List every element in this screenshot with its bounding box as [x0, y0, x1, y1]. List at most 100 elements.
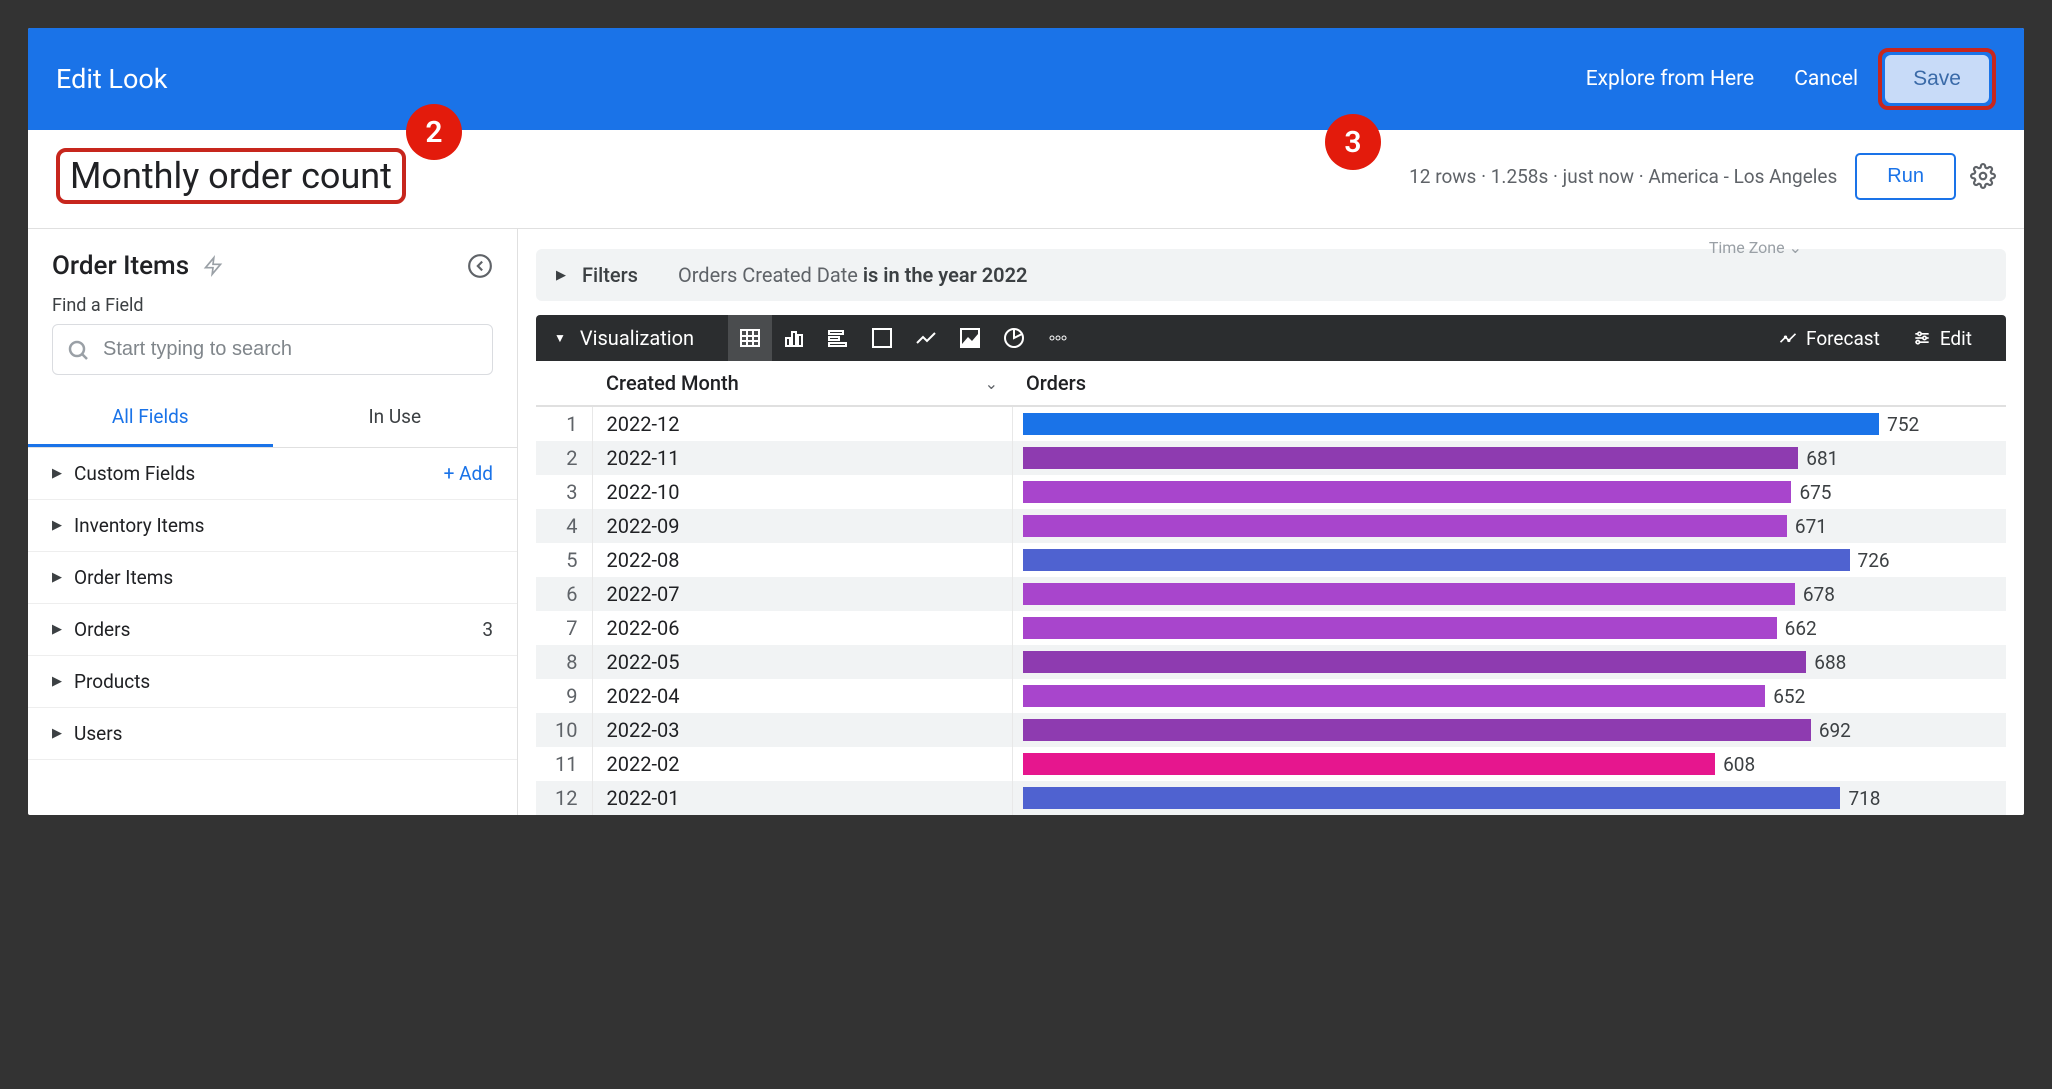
orders-value: 678 — [1803, 583, 1835, 606]
viz-type-area-icon[interactable] — [948, 315, 992, 361]
cell-created-month[interactable]: 2022-12 — [592, 406, 1012, 441]
table-row: 122022-01718 — [536, 781, 2006, 815]
orders-value: 692 — [1819, 719, 1851, 742]
look-title-highlight: Monthly order count — [56, 148, 406, 204]
caret-right-icon: ▶ — [52, 466, 74, 481]
cell-created-month[interactable]: 2022-07 — [592, 577, 1012, 611]
field-group-row[interactable]: ▶Users — [28, 708, 517, 760]
cell-orders[interactable]: 671 — [1012, 509, 2006, 543]
orders-bar — [1023, 719, 1811, 741]
field-group-row[interactable]: ▶Orders3 — [28, 604, 517, 656]
column-header-month-label: Created Month — [606, 371, 739, 395]
explore-from-here-link[interactable]: Explore from Here — [1566, 57, 1774, 101]
cell-orders[interactable]: 718 — [1012, 781, 2006, 815]
cell-orders[interactable]: 692 — [1012, 713, 2006, 747]
cell-orders[interactable]: 675 — [1012, 475, 2006, 509]
cancel-link[interactable]: Cancel — [1774, 57, 1878, 101]
orders-value: 718 — [1848, 787, 1880, 810]
cell-orders[interactable]: 608 — [1012, 747, 2006, 781]
viz-type-column-icon[interactable] — [772, 315, 816, 361]
cell-created-month[interactable]: 2022-01 — [592, 781, 1012, 815]
column-header-created-month[interactable]: Created Month ⌄ — [592, 361, 1012, 406]
timezone-label[interactable]: Time Zone ⌄ — [1709, 238, 1802, 257]
row-index: 3 — [536, 475, 592, 509]
viz-edit-label: Edit — [1940, 327, 1972, 350]
cell-created-month[interactable]: 2022-10 — [592, 475, 1012, 509]
field-group-row[interactable]: ▶Inventory Items — [28, 500, 517, 552]
row-index: 1 — [536, 406, 592, 441]
orders-bar — [1023, 617, 1777, 639]
chevron-down-icon[interactable]: ⌄ — [985, 374, 998, 393]
field-picker-sidebar: Order Items Find a Field All Fields In U… — [28, 229, 518, 815]
cell-created-month[interactable]: 2022-11 — [592, 441, 1012, 475]
viz-edit-button[interactable]: Edit — [1896, 327, 1988, 350]
viz-type-scatter-icon[interactable] — [860, 315, 904, 361]
cell-orders[interactable]: 662 — [1012, 611, 2006, 645]
field-group-count: 3 — [482, 618, 493, 641]
field-group-label: Products — [74, 670, 493, 693]
cell-orders[interactable]: 688 — [1012, 645, 2006, 679]
caret-right-icon: ▶ — [52, 726, 74, 741]
custom-fields-label: Custom Fields — [74, 462, 444, 485]
cell-orders[interactable]: 678 — [1012, 577, 2006, 611]
orders-value: 681 — [1806, 447, 1838, 470]
column-header-orders[interactable]: Orders — [1012, 361, 2006, 406]
column-header-index — [536, 361, 592, 406]
orders-value: 752 — [1887, 413, 1919, 436]
tab-in-use[interactable]: In Use — [273, 389, 518, 447]
collapse-sidebar-icon[interactable] — [467, 253, 493, 279]
cell-created-month[interactable]: 2022-02 — [592, 747, 1012, 781]
bolt-icon[interactable] — [203, 254, 223, 278]
table-row: 52022-08726 — [536, 543, 2006, 577]
table-row: 112022-02608 — [536, 747, 2006, 781]
cell-created-month[interactable]: 2022-09 — [592, 509, 1012, 543]
cell-orders[interactable]: 681 — [1012, 441, 2006, 475]
forecast-button[interactable]: Forecast — [1762, 327, 1896, 350]
viz-more-icon[interactable] — [1036, 315, 1080, 361]
orders-bar — [1023, 753, 1716, 775]
table-row: 92022-04652 — [536, 679, 2006, 713]
viz-type-bar-icon[interactable] — [816, 315, 860, 361]
field-group-row[interactable]: ▶Order Items — [28, 552, 517, 604]
row-index: 7 — [536, 611, 592, 645]
cell-orders[interactable]: 752 — [1012, 406, 2006, 441]
gear-icon[interactable] — [1970, 163, 1996, 189]
cell-orders[interactable]: 652 — [1012, 679, 2006, 713]
viz-type-line-icon[interactable] — [904, 315, 948, 361]
results-table: Created Month ⌄ Orders 12022-1275222022-… — [536, 361, 2006, 815]
field-group-label: Orders — [74, 618, 482, 641]
orders-bar — [1023, 447, 1799, 469]
cell-created-month[interactable]: 2022-04 — [592, 679, 1012, 713]
row-index: 11 — [536, 747, 592, 781]
cell-orders[interactable]: 726 — [1012, 543, 2006, 577]
cell-created-month[interactable]: 2022-03 — [592, 713, 1012, 747]
field-group-row[interactable]: ▶Products — [28, 656, 517, 708]
orders-value: 662 — [1785, 617, 1817, 640]
title-row: Monthly order count Time Zone ⌄ 12 rows … — [28, 130, 2024, 229]
row-index: 8 — [536, 645, 592, 679]
viz-type-pie-icon[interactable] — [992, 315, 1036, 361]
explore-name: Order Items — [52, 251, 189, 281]
look-title[interactable]: Monthly order count — [70, 155, 392, 197]
cell-created-month[interactable]: 2022-08 — [592, 543, 1012, 577]
save-button[interactable]: Save — [1885, 55, 1989, 103]
row-index: 6 — [536, 577, 592, 611]
cell-created-month[interactable]: 2022-05 — [592, 645, 1012, 679]
tab-all-fields[interactable]: All Fields — [28, 389, 273, 447]
find-field-label: Find a Field — [28, 295, 517, 324]
table-row: 72022-06 662 — [536, 611, 2006, 645]
add-custom-field-button[interactable]: + Add — [444, 462, 493, 485]
run-button[interactable]: Run — [1855, 153, 1956, 200]
caret-down-icon[interactable]: ▼ — [554, 331, 566, 345]
caret-right-icon: ▶ — [52, 674, 74, 689]
caret-right-icon: ▶ — [556, 268, 566, 283]
custom-fields-row[interactable]: ▶ Custom Fields + Add — [28, 448, 517, 500]
filter-description-prefix: Orders Created Date — [678, 263, 863, 287]
field-search-input[interactable] — [52, 324, 493, 375]
orders-value: 675 — [1799, 481, 1831, 504]
table-row: 82022-05 688 — [536, 645, 2006, 679]
viz-type-table-icon[interactable] — [728, 315, 772, 361]
orders-bar — [1023, 413, 1880, 435]
orders-value: 688 — [1814, 651, 1846, 674]
cell-created-month[interactable]: 2022-06 — [592, 611, 1012, 645]
